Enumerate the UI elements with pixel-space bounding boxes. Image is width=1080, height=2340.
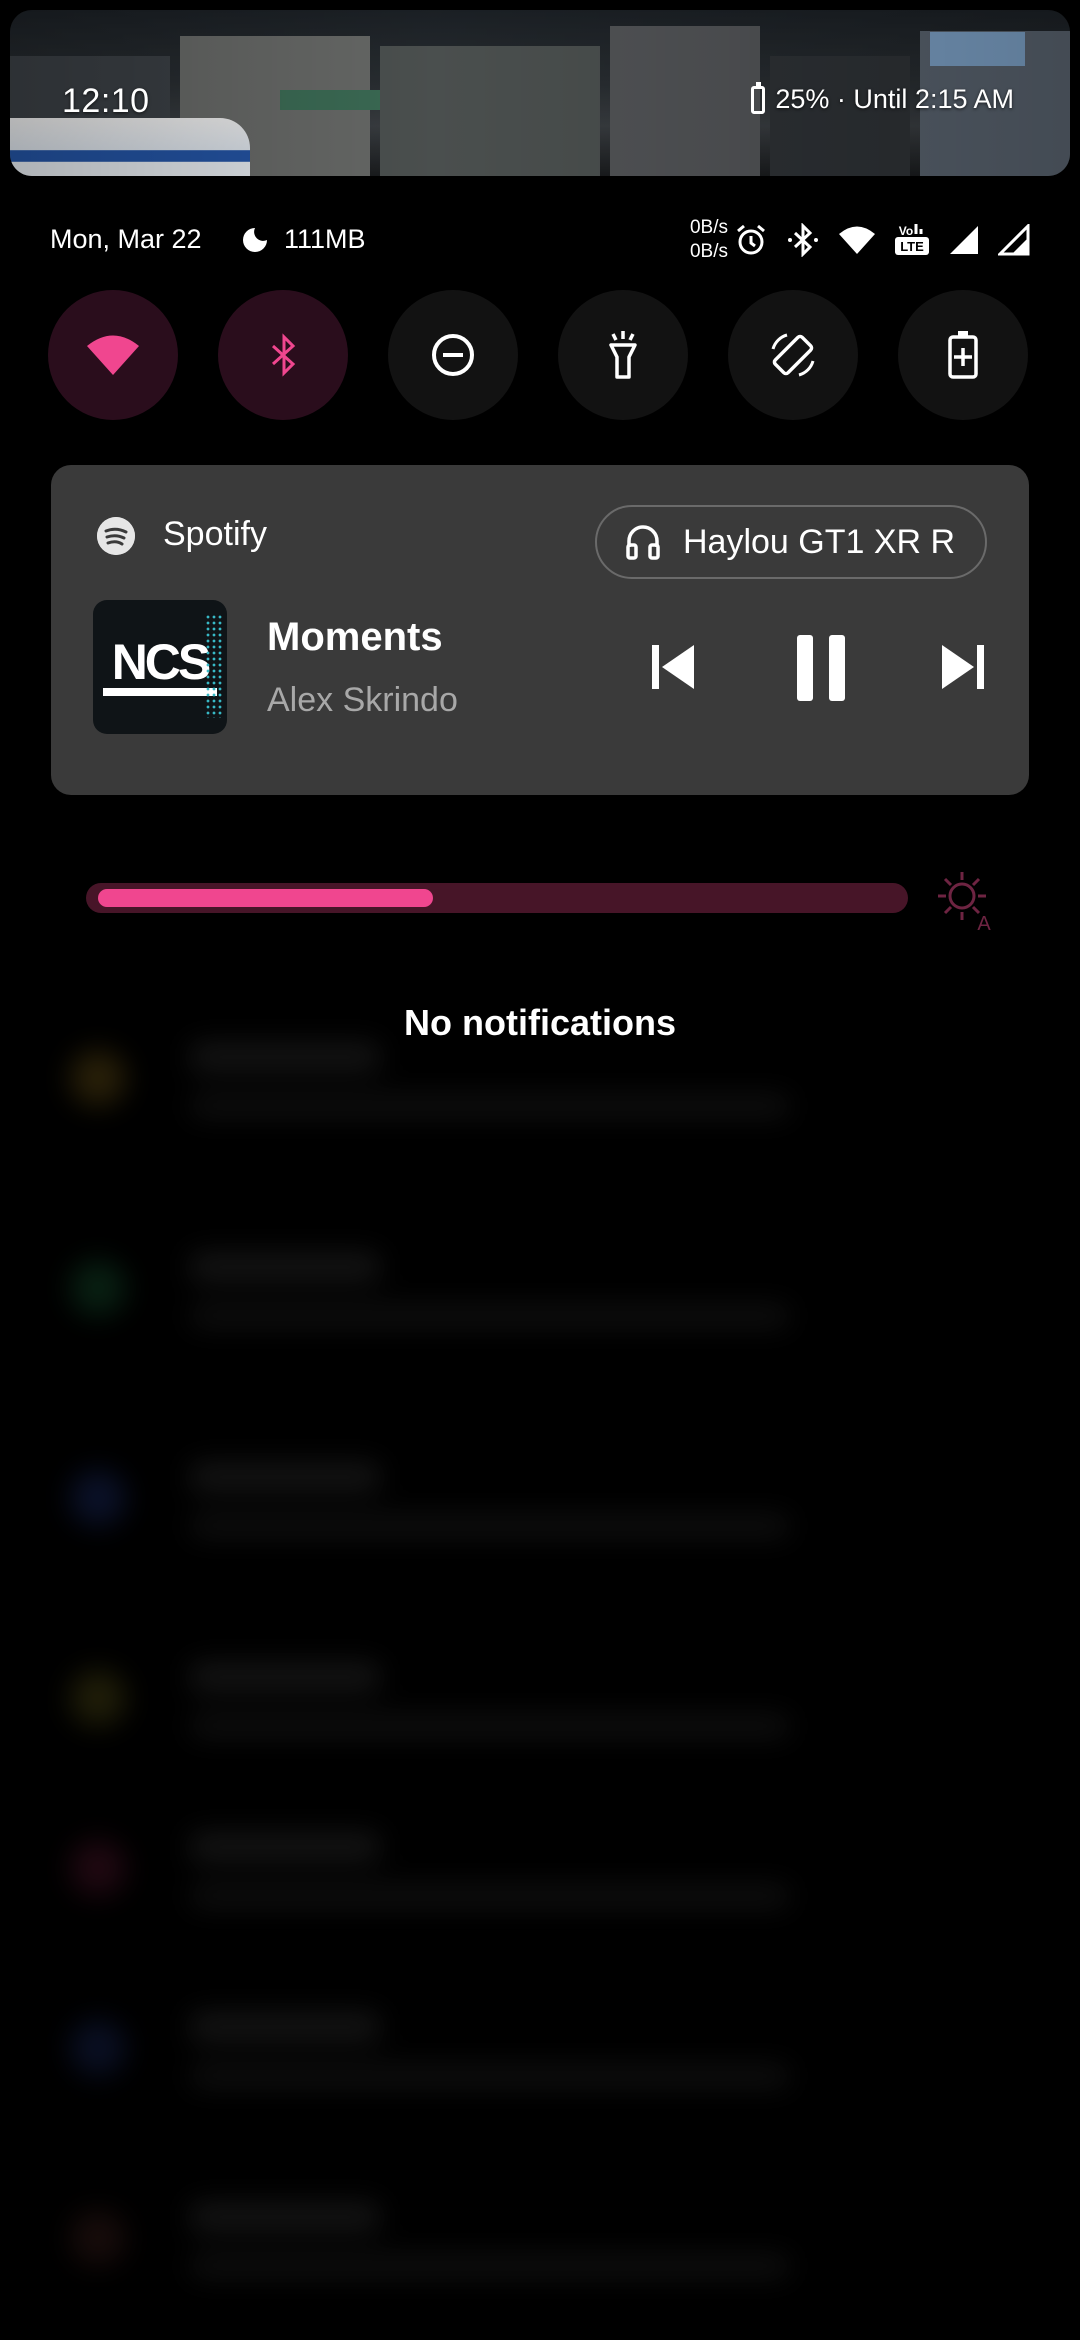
net-down-speed: 0B/s [689,241,728,262]
quick-settings-tiles [48,290,1032,420]
pause-icon [797,635,845,701]
tile-bluetooth[interactable] [218,290,348,420]
network-speed: 0B/s 0B/s [690,216,728,264]
svg-text:Vo: Vo [899,224,913,238]
brightness-slider[interactable] [86,883,908,913]
clock-time[interactable]: 12:10 [62,82,150,121]
battery-text: 25% · Until 2:15 AM [775,84,1014,114]
album-art: NCS [93,600,227,734]
wifi-icon [838,225,876,255]
tile-auto-rotate[interactable] [728,290,858,420]
wifi-icon [87,335,139,375]
track-artist: Alex Skrindo [267,681,458,719]
background-blur-item [40,2170,1040,2320]
brightness-slider-fill [98,889,433,907]
header-wallpaper: 12:10 25% · Until 2:15 AM [10,10,1070,176]
alarm-icon [734,223,768,257]
flashlight-icon [609,331,637,379]
tile-battery-saver[interactable] [898,290,1028,420]
net-up-speed: 0B/s [689,217,728,238]
spotify-icon [97,517,135,555]
bluetooth-icon [271,333,296,377]
headphones-icon [626,525,660,560]
memory-indicator: 111MB [240,224,366,255]
output-device-button[interactable]: Haylou GT1 XR R [595,505,987,579]
volte-icon: LTE Vo [894,222,930,258]
background-blur-item [40,1800,1040,1950]
battery-status: 25% · Until 2:15 AM [751,81,1014,115]
background-blur-item [40,1630,1040,1780]
rotate-icon [771,333,815,377]
output-device-name: Haylou GT1 XR R [683,522,956,561]
svg-text:A: A [977,913,991,932]
skip-next-icon [942,645,984,689]
next-track-button[interactable] [931,635,995,699]
tile-wifi[interactable] [48,290,178,420]
background-blur-item [40,1010,1040,1160]
album-art-label: NCS [111,634,212,690]
background-blur-item [40,1220,1040,1370]
auto-brightness-icon: A [938,872,991,935]
tile-flashlight[interactable] [558,290,688,420]
status-row: Mon, Mar 22 111MB 0B/s 0B/s LTE Vo [50,217,1030,262]
media-player-card[interactable]: Spotify Haylou GT1 XR R NCS Moments Alex… [51,465,1029,795]
signal-icon [998,224,1030,256]
tile-do-not-disturb[interactable] [388,290,518,420]
memory-cleaner-icon [240,225,270,255]
previous-track-button[interactable] [641,635,705,699]
signal-icon [948,224,980,256]
media-app-name: Spotify [163,515,267,553]
dnd-icon [432,334,474,376]
memory-value: 111MB [284,224,366,254]
skip-previous-icon [652,645,694,689]
svg-text:LTE: LTE [900,239,924,254]
battery-icon [751,81,766,114]
system-icons: LTE Vo [734,220,1030,260]
track-title: Moments [267,615,443,659]
background-blur-item [40,1430,1040,1580]
battery-saver-icon [948,331,978,379]
bluetooth-icon [786,223,820,257]
date-label[interactable]: Mon, Mar 22 [50,224,202,255]
background-blur-item [40,1980,1040,2130]
pause-button[interactable] [781,628,861,708]
auto-brightness-button[interactable]: A [934,868,998,935]
